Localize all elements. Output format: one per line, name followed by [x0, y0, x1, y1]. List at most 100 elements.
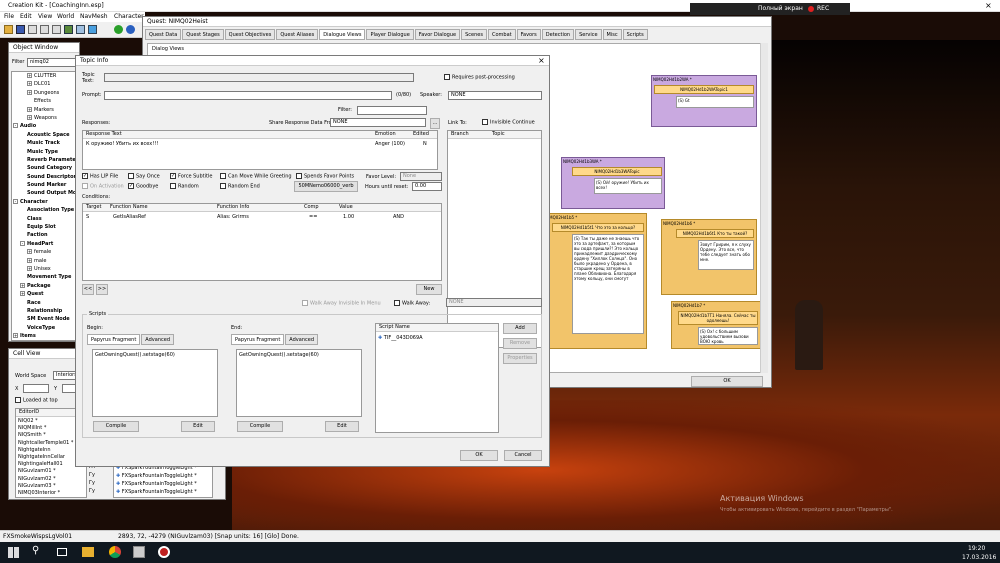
shared-info-button[interactable]: 50MNemo06000_verb: [294, 181, 358, 192]
tree-node[interactable]: + Weapons: [12, 114, 78, 122]
task-view-icon[interactable]: [57, 548, 67, 556]
tree-node[interactable]: Association Type: [12, 206, 78, 214]
save-icon[interactable]: [16, 25, 25, 34]
cell-row[interactable]: NIGuvlzam02 *: [18, 476, 86, 483]
has-lip-checkbox[interactable]: ✓ Has LIP File: [82, 173, 118, 180]
tree-node[interactable]: + DLC01: [12, 80, 78, 88]
next-button[interactable]: >>: [96, 284, 108, 295]
responses-table[interactable]: Response Text Emotion Edited К оружию! У…: [82, 130, 438, 170]
topic-ok-button[interactable]: OK: [460, 450, 498, 461]
world-icon[interactable]: [64, 25, 73, 34]
end-fragment-editor[interactable]: GetOwningQuest().setstage(60): [236, 349, 362, 417]
end-advanced-tab[interactable]: Advanced: [285, 334, 318, 345]
loaded-at-top-checkbox[interactable]: Loaded at top: [15, 397, 58, 404]
chrome-icon[interactable]: [109, 546, 121, 558]
topic-text-input[interactable]: [104, 73, 414, 82]
expand-icon[interactable]: +: [20, 282, 25, 288]
end-compile-button[interactable]: Compile: [237, 421, 283, 432]
conditions-table[interactable]: Target Function Name Function Info Comp …: [82, 203, 442, 281]
graph-node-5[interactable]: NIMQ02Hd1b7 * NIMQ02Hd1b7T1 Наняла. Сейч…: [671, 301, 761, 349]
topic-close-icon[interactable]: ×: [538, 56, 545, 65]
stop-icon[interactable]: [126, 25, 135, 34]
expand-icon[interactable]: +: [13, 333, 18, 339]
tree-node[interactable]: - Audio: [12, 122, 78, 130]
tree-node[interactable]: + Quest: [12, 290, 78, 298]
clock-time[interactable]: 19:20: [968, 545, 985, 552]
dialogue-graph[interactable]: NIMQ02Hd1b2WA * NIMQ02Hd1b2WATopic1 (S) …: [543, 61, 761, 349]
topic-cancel-button[interactable]: Cancel: [504, 450, 542, 461]
search-icon[interactable]: ⚲: [32, 545, 39, 556]
say-once-checkbox[interactable]: Say Once: [128, 173, 160, 180]
expand-icon[interactable]: +: [27, 73, 32, 78]
menu-character[interactable]: Character: [114, 13, 144, 20]
tree-node[interactable]: Sound Output Model: [12, 189, 78, 197]
worldspace-select[interactable]: Interiors: [53, 371, 77, 380]
object-tree[interactable]: + CLUTTER + DLC01 + Dungeons Effects + Markers + W…: [11, 71, 79, 341]
begin-advanced-tab[interactable]: Advanced: [141, 334, 174, 345]
paste-icon[interactable]: [52, 25, 61, 34]
quest-tab[interactable]: Scripts: [622, 29, 648, 40]
tree-node[interactable]: - HeadPart: [12, 240, 78, 248]
copy-icon[interactable]: [40, 25, 49, 34]
tree-node[interactable]: Reverb Parameters: [12, 156, 78, 164]
tree-node[interactable]: Sound Descriptor: [12, 173, 78, 181]
prompt-input[interactable]: [104, 91, 392, 100]
rec-label[interactable]: REC: [817, 5, 829, 12]
tree-node[interactable]: Music Type: [12, 148, 78, 156]
menu-view[interactable]: View: [38, 13, 52, 20]
properties-button[interactable]: Properties: [503, 353, 537, 364]
random-checkbox[interactable]: Random: [170, 183, 199, 190]
collapse-icon[interactable]: -: [20, 240, 25, 246]
prev-button[interactable]: <<: [82, 284, 94, 295]
reference-row[interactable]: ✚ FXSparkFountainToggleLight *: [116, 488, 212, 496]
script-row[interactable]: ✚ TIF__043D069A: [378, 334, 423, 342]
expand-icon[interactable]: +: [27, 106, 32, 112]
menu-navmesh[interactable]: NavMesh: [80, 13, 108, 20]
script-list[interactable]: Script Name ✚ TIF__043D069A: [375, 323, 499, 433]
quest-tab[interactable]: Service: [575, 29, 602, 40]
quest-ok-button[interactable]: OK: [691, 376, 763, 387]
quest-tab[interactable]: Quest Data: [145, 29, 182, 40]
menu-file[interactable]: File: [4, 13, 14, 20]
share-response-select[interactable]: NONE: [330, 118, 426, 127]
expand-icon[interactable]: +: [27, 81, 32, 87]
force-subtitle-checkbox[interactable]: ✓ Force Subtitle: [170, 173, 212, 180]
quest-tab[interactable]: Combat: [487, 29, 516, 40]
quest-tab[interactable]: Misc: [602, 29, 622, 40]
tree-node[interactable]: Race: [12, 299, 78, 307]
response-row[interactable]: К оружию! Убить их всех!!! Anger (100) N: [83, 140, 437, 148]
filter-input[interactable]: nimq02: [27, 58, 79, 67]
end-edit-button[interactable]: Edit: [325, 421, 359, 432]
expand-icon[interactable]: +: [27, 89, 32, 95]
quest-tab[interactable]: Quest Aliases: [276, 29, 319, 40]
quest-tab[interactable]: Player Dialogue: [366, 29, 414, 40]
graph-node-4[interactable]: NIMQ02Hd1b6 * NIMQ02Hd1b6t1 Кто ты такой…: [661, 219, 757, 295]
tree-node[interactable]: Music Track: [12, 139, 78, 147]
invisible-continue-checkbox[interactable]: Invisible Continue: [482, 119, 535, 126]
expand-icon[interactable]: +: [27, 265, 32, 271]
share-browse-button[interactable]: …: [430, 118, 440, 129]
tree-node[interactable]: + Dungeons: [12, 89, 78, 97]
cut-icon[interactable]: [28, 25, 37, 34]
random-end-checkbox[interactable]: Random End: [220, 183, 260, 190]
new-condition-button[interactable]: New: [416, 284, 442, 295]
open-icon[interactable]: [4, 25, 13, 34]
reference-row[interactable]: ✚ FXSparkFountainToggleLight *: [116, 472, 212, 480]
tree-node[interactable]: Relationship: [12, 307, 78, 315]
favor-level-select[interactable]: None: [400, 172, 442, 181]
goodbye-checkbox[interactable]: ✓ Goodbye: [128, 183, 158, 190]
expand-icon[interactable]: +: [27, 249, 32, 255]
close-icon[interactable]: ×: [985, 1, 992, 10]
menu-world[interactable]: World: [57, 13, 74, 20]
walk-away-select[interactable]: NONE: [446, 298, 542, 307]
explorer-icon[interactable]: [82, 547, 94, 557]
begin-compile-button[interactable]: Compile: [93, 421, 139, 432]
tree-node[interactable]: + Markers: [12, 106, 78, 114]
tree-node[interactable]: Sound Marker: [12, 181, 78, 189]
quest-tab[interactable]: Scenes: [461, 29, 487, 40]
graph-node-2[interactable]: NIMQ02Hd1b3WA * NIMQ02Hd1b3WATopic (S) О…: [561, 157, 665, 209]
expand-icon[interactable]: +: [27, 114, 32, 120]
quest-tab[interactable]: Quest Stages: [182, 29, 224, 40]
refresh-icon[interactable]: [76, 25, 85, 34]
run-icon[interactable]: [114, 25, 123, 34]
